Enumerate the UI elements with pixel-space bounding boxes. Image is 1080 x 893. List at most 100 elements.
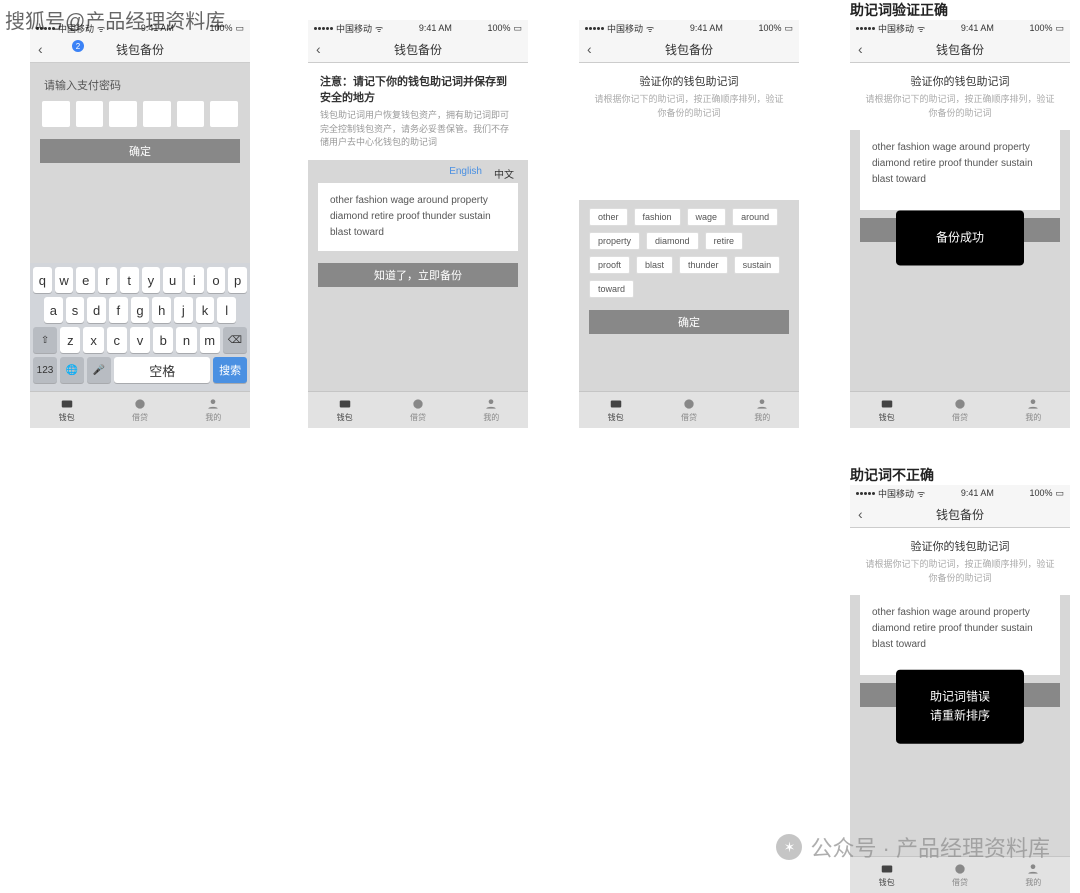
mic-key[interactable]: 🎤 <box>87 357 111 383</box>
status-bar: 中国移动ᯤ9:41 AM100%▭ <box>850 20 1070 36</box>
tab-mine[interactable]: 我的 <box>997 392 1070 428</box>
key-o[interactable]: o <box>207 267 226 293</box>
word-chip[interactable]: prooft <box>589 256 630 274</box>
key-x[interactable]: x <box>83 327 103 353</box>
back-icon[interactable]: ‹ <box>316 41 321 57</box>
globe-key[interactable]: 🌐 <box>60 357 84 383</box>
content-area: 请输入支付密码 确定 qwertyuiop asdfghjkl ⇧ zxcvbn… <box>30 63 250 391</box>
nav-title: 钱包备份 <box>116 41 164 58</box>
tab-mine[interactable]: 我的 <box>177 392 250 428</box>
key-k[interactable]: k <box>196 297 215 323</box>
key-e[interactable]: e <box>76 267 95 293</box>
tab-wallet[interactable]: 钱包 <box>850 392 923 428</box>
pwd-digit[interactable] <box>210 101 238 127</box>
verify-header: 验证你的钱包助记词 请根据你记下的助记词，按正确顺序排列，验证你备份的助记词 <box>579 63 799 130</box>
nav-bar: ‹ 2 钱包备份 <box>30 36 250 63</box>
pwd-digit[interactable] <box>109 101 137 127</box>
word-chip[interactable]: retire <box>705 232 744 250</box>
notification-badge: 2 <box>72 40 84 52</box>
key-j[interactable]: j <box>174 297 193 323</box>
key-p[interactable]: p <box>228 267 247 293</box>
word-chip[interactable]: fashion <box>634 208 681 226</box>
back-icon[interactable]: ‹ <box>858 506 863 522</box>
key-c[interactable]: c <box>107 327 127 353</box>
key-v[interactable]: v <box>130 327 150 353</box>
nav-bar: ‹ 钱包备份 <box>850 36 1070 63</box>
pwd-digit[interactable] <box>177 101 205 127</box>
key-h[interactable]: h <box>152 297 171 323</box>
tab-credit[interactable]: 借贷 <box>381 392 454 428</box>
screen-verify-success: 中国移动ᯤ9:41 AM100%▭ ‹ 钱包备份 验证你的钱包助记词 请根据你记… <box>850 20 1070 428</box>
key-row-2: asdfghjkl <box>33 297 247 323</box>
back-icon[interactable]: ‹ <box>858 41 863 57</box>
word-chip[interactable]: around <box>732 208 778 226</box>
screen-backup-words: 中国移动ᯤ9:41 AM100%▭ ‹ 钱包备份 注意：请记下你的钱包助记词并保… <box>308 20 528 428</box>
key-b[interactable]: b <box>153 327 173 353</box>
word-drop-area[interactable] <box>579 130 799 200</box>
status-bar: 中国移动ᯤ9:41 AM100%▭ <box>579 20 799 36</box>
tab-wallet[interactable]: 钱包 <box>30 392 103 428</box>
key-t[interactable]: t <box>120 267 139 293</box>
backspace-key[interactable]: ⌫ <box>223 327 247 353</box>
space-key[interactable]: 空格 <box>114 357 210 383</box>
verify-title: 验证你的钱包助记词 <box>864 538 1056 554</box>
tab-wallet[interactable]: 钱包 <box>308 392 381 428</box>
password-inputs <box>30 101 250 127</box>
key-m[interactable]: m <box>200 327 220 353</box>
key-s[interactable]: s <box>66 297 85 323</box>
tab-credit[interactable]: 借贷 <box>652 392 725 428</box>
key-w[interactable]: w <box>55 267 74 293</box>
tab-bar: 钱包借贷我的 <box>308 391 528 428</box>
watermark-bottom-right: ✶ 公众号 · 产品经理资料库 <box>776 831 1050 863</box>
key-d[interactable]: d <box>87 297 106 323</box>
nav-title: 钱包备份 <box>936 41 984 58</box>
mnemonic-words: other fashion wage around property diamo… <box>318 183 518 251</box>
nav-title: 钱包备份 <box>665 41 713 58</box>
key-n[interactable]: n <box>176 327 196 353</box>
shift-key[interactable]: ⇧ <box>33 327 57 353</box>
key-f[interactable]: f <box>109 297 128 323</box>
numeric-key[interactable]: 123 <box>33 357 57 383</box>
word-chip[interactable]: property <box>589 232 640 250</box>
search-key[interactable]: 搜索 <box>213 357 247 383</box>
pwd-digit[interactable] <box>76 101 104 127</box>
key-q[interactable]: q <box>33 267 52 293</box>
content-area: 验证你的钱包助记词 请根据你记下的助记词，按正确顺序排列，验证你备份的助记词 o… <box>850 63 1070 391</box>
confirm-button[interactable]: 确定 <box>589 310 789 334</box>
pwd-digit[interactable] <box>42 101 70 127</box>
back-icon[interactable]: ‹ <box>38 41 43 57</box>
tab-credit[interactable]: 借贷 <box>103 392 176 428</box>
key-y[interactable]: y <box>142 267 161 293</box>
key-u[interactable]: u <box>163 267 182 293</box>
tab-bar: 钱包借贷我的 <box>30 391 250 428</box>
word-chip[interactable]: wage <box>687 208 727 226</box>
confirm-button[interactable]: 确定 <box>40 139 240 163</box>
word-chip[interactable]: toward <box>589 280 634 298</box>
tab-credit[interactable]: 借贷 <box>923 392 996 428</box>
lang-english[interactable]: English <box>449 166 482 181</box>
tab-bar: 钱包借贷我的 <box>850 391 1070 428</box>
key-z[interactable]: z <box>60 327 80 353</box>
back-icon[interactable]: ‹ <box>587 41 592 57</box>
word-chip[interactable]: other <box>589 208 628 226</box>
backup-now-button[interactable]: 知道了，立即备份 <box>318 263 518 287</box>
nav-bar: ‹ 钱包备份 <box>579 36 799 63</box>
lang-chinese[interactable]: 中文 <box>494 166 514 181</box>
notice-subtitle: 钱包助记词用户恢复钱包资产，拥有助记词即可完全控制钱包资产，请务必妥善保管。我们… <box>320 109 516 150</box>
word-chip[interactable]: sustain <box>734 256 781 274</box>
tab-mine[interactable]: 我的 <box>726 392 799 428</box>
key-g[interactable]: g <box>131 297 150 323</box>
pwd-digit[interactable] <box>143 101 171 127</box>
word-chips: other fashion wage around property diamond ret… <box>579 200 799 306</box>
key-i[interactable]: i <box>185 267 204 293</box>
word-chip[interactable]: thunder <box>679 256 728 274</box>
word-chip[interactable]: diamond <box>646 232 699 250</box>
status-bar: 中国移动ᯤ9:41 AM100%▭ <box>308 20 528 36</box>
screen-password: 中国移动ᯤ9:41 AM100%▭ ‹ 2 钱包备份 请输入支付密码 确定 qw… <box>30 20 250 428</box>
word-chip[interactable]: blast <box>636 256 673 274</box>
key-l[interactable]: l <box>217 297 236 323</box>
tab-wallet[interactable]: 钱包 <box>579 392 652 428</box>
key-a[interactable]: a <box>44 297 63 323</box>
key-r[interactable]: r <box>98 267 117 293</box>
tab-mine[interactable]: 我的 <box>455 392 528 428</box>
